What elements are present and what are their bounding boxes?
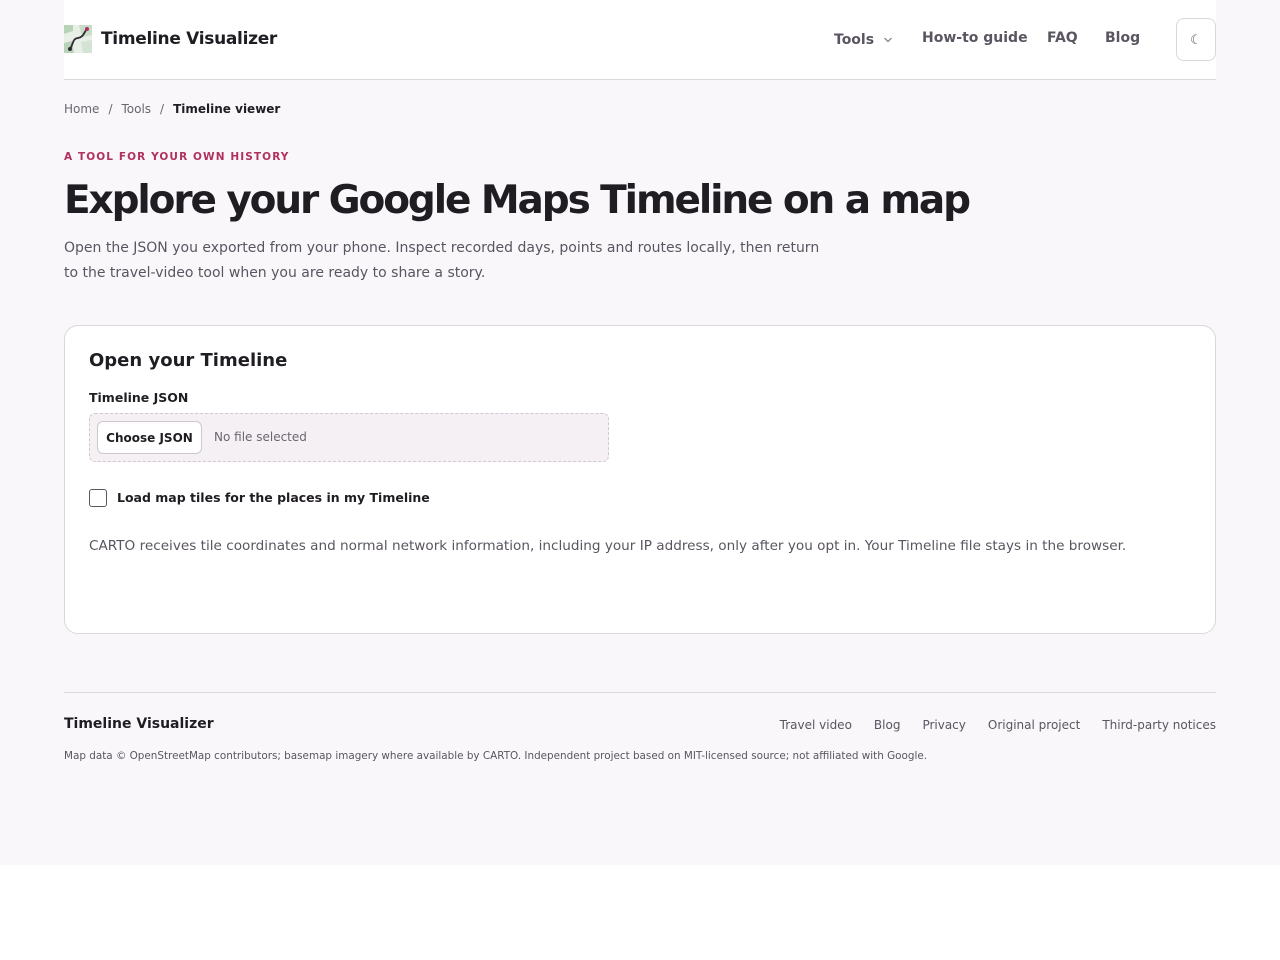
- breadcrumb: Home / Tools / Timeline viewer: [64, 102, 280, 116]
- nav-blog-link[interactable]: Blog: [1105, 30, 1140, 50]
- footer-links: Travel video Blog Privacy Original proje…: [780, 718, 1216, 732]
- breadcrumb-home[interactable]: Home: [64, 102, 99, 116]
- nav-tools-label: Tools: [834, 32, 875, 48]
- load-tiles-label[interactable]: Load map tiles for the places in my Time…: [117, 490, 430, 505]
- open-timeline-card: Open your Timeline Timeline JSON Choose …: [64, 325, 1216, 634]
- file-status-text: No file selected: [214, 430, 307, 444]
- eyebrow-label: A TOOL FOR YOUR OWN HISTORY: [64, 151, 290, 163]
- breadcrumb-tools[interactable]: Tools: [121, 102, 151, 116]
- page-title: Explore your Google Maps Timeline on a m…: [64, 178, 971, 223]
- footer-divider: [64, 692, 1216, 693]
- timeline-json-label: Timeline JSON: [89, 390, 189, 405]
- breadcrumb-current: Timeline viewer: [173, 102, 281, 116]
- chevron-down-icon: [884, 37, 892, 43]
- footer-brand: Timeline Visualizer: [64, 716, 214, 732]
- breadcrumb-separator: /: [108, 102, 113, 116]
- footer-attribution: Map data © OpenStreetMap contributors; b…: [64, 750, 928, 762]
- footer-link-travel-video[interactable]: Travel video: [780, 718, 852, 732]
- brand-name: Timeline Visualizer: [101, 29, 278, 49]
- footer-link-original-project[interactable]: Original project: [988, 718, 1080, 732]
- breadcrumb-separator: /: [160, 102, 165, 116]
- map-logo-icon: [64, 25, 92, 53]
- nav-howto-link[interactable]: How-to guide: [922, 30, 1028, 50]
- footer-link-privacy[interactable]: Privacy: [922, 718, 965, 732]
- privacy-note: CARTO receives tile coordinates and norm…: [89, 538, 1127, 554]
- theme-toggle-button[interactable]: ☾: [1176, 18, 1216, 61]
- file-drop-zone[interactable]: Choose JSON No file selected: [89, 413, 609, 462]
- load-tiles-checkbox[interactable]: [89, 489, 107, 507]
- footer-link-blog[interactable]: Blog: [874, 718, 901, 732]
- choose-json-button[interactable]: Choose JSON: [97, 421, 202, 454]
- card-title: Open your Timeline: [89, 350, 288, 371]
- nav-tools-dropdown[interactable]: Tools: [834, 30, 894, 50]
- page: Timeline Visualizer Tools How-to guide F…: [0, 0, 1280, 865]
- nav-faq-link[interactable]: FAQ: [1047, 30, 1078, 50]
- page-lead: Open the JSON you exported from your pho…: [64, 240, 820, 281]
- footer-link-third-party[interactable]: Third-party notices: [1102, 718, 1216, 732]
- site-header: Timeline Visualizer Tools How-to guide F…: [64, 0, 1216, 80]
- moon-icon: ☾: [1190, 31, 1202, 47]
- brand-link[interactable]: Timeline Visualizer: [64, 25, 277, 53]
